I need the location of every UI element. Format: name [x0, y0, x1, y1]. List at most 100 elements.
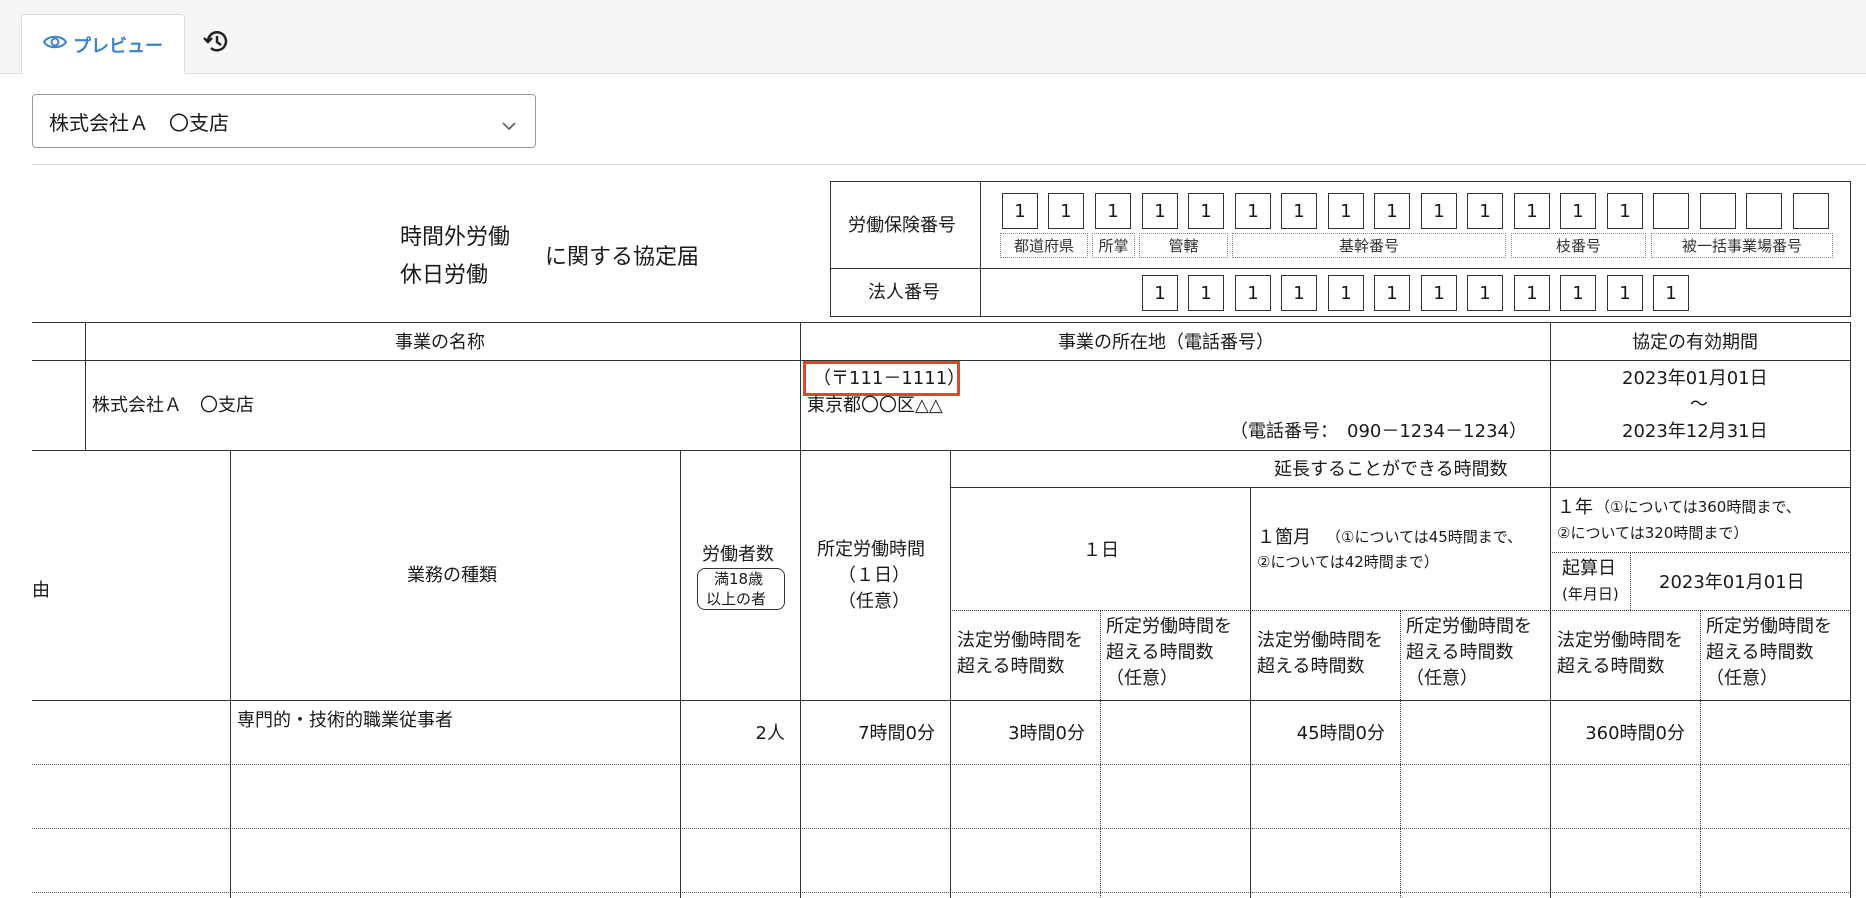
business-location-header: 事業の所在地（電話番号） [1058, 332, 1274, 353]
extendable-header: 延長することができる時間数 [1274, 459, 1508, 480]
month-header: １箇月 [1257, 527, 1311, 548]
row-work-type: 専門的・技術的職業従事者 [237, 710, 453, 731]
base-date: 2023年01月01日 [1659, 572, 1805, 593]
postal-code: （〒111－1111） [813, 368, 966, 389]
year-note-line1: （①については360時間まで、 [1595, 498, 1801, 516]
corporate-digit: 1 [1374, 275, 1410, 311]
validity-tilde: ～ [1690, 394, 1708, 415]
month-note-line1: （①については45時間まで、 [1326, 528, 1523, 546]
corporate-digit: 1 [1653, 275, 1689, 311]
insurance-table-row-divider [830, 268, 1851, 269]
month-legal-over-line1: 法定労働時間を [1257, 630, 1383, 651]
grid-line [950, 487, 1851, 488]
grid-line [1250, 487, 1251, 898]
workers-header: 労働者数 [702, 544, 774, 565]
grid-line [32, 322, 1851, 323]
grid-line [680, 450, 681, 898]
insurance-part-label: 基幹番号 [1232, 233, 1506, 258]
grid-line [1400, 610, 1401, 898]
grid-line [950, 450, 951, 898]
insurance-part-label: 被一括事業場番号 [1651, 233, 1833, 258]
year-prescribed-over-line3: （任意） [1706, 668, 1778, 689]
workers-note-line1: 満18歳 [714, 570, 764, 588]
prescribed-hours-line2: （１日） [838, 565, 910, 586]
workers-note-line2: 以上の者 [706, 590, 767, 608]
form-title-line1: 時間外労働 [400, 225, 511, 250]
day-legal-over-line1: 法定労働時間を [957, 630, 1083, 651]
day-prescribed-over-line3: （任意） [1106, 668, 1178, 689]
insurance-digit: 1 [1560, 193, 1596, 229]
insurance-part-label: 所掌 [1092, 233, 1135, 258]
grid-line [32, 450, 1851, 451]
corporate-digit: 1 [1235, 275, 1271, 311]
insurance-part-label: 都道府県 [1000, 233, 1088, 258]
address: 東京都〇〇区△△ [807, 395, 943, 416]
tab-history[interactable] [198, 25, 234, 61]
grid-line [32, 764, 1851, 765]
grid-line [32, 828, 1851, 829]
insurance-digit: 1 [1142, 193, 1178, 229]
work-type-header: 業務の種類 [407, 565, 497, 586]
month-prescribed-over-line1: 所定労働時間を [1406, 616, 1532, 637]
form-title-line2: 休日労働 [400, 263, 489, 288]
corporate-digit: 1 [1421, 275, 1457, 311]
insurance-digit: 1 [1281, 193, 1317, 229]
corporate-digit: 1 [1467, 275, 1503, 311]
year-note-line2: ②については320時間まで） [1557, 524, 1749, 542]
chevron-down-icon [501, 114, 517, 138]
history-icon [202, 27, 230, 59]
month-note-line2: ②については42時間まで） [1257, 553, 1439, 571]
validity-end: 2023年12月31日 [1622, 421, 1768, 442]
phone: （電話番号： 090－1234－1234） [1230, 421, 1527, 442]
row-month-legal: 45時間0分 [1296, 723, 1385, 744]
company-select[interactable]: 株式会社Ａ 〇支店 [32, 94, 536, 148]
base-date-label-line2: (年月日) [1562, 585, 1619, 603]
insurance-digit [1653, 193, 1689, 229]
grid-line [32, 700, 1851, 701]
insurance-digit: 1 [1048, 193, 1084, 229]
business-name-header: 事業の名称 [395, 332, 485, 353]
insurance-digit: 1 [1095, 193, 1131, 229]
insurance-label: 労働保険番号 [848, 215, 956, 236]
reason-header: 由 [32, 580, 50, 601]
grid-line [1100, 610, 1101, 898]
insurance-digit: 1 [1421, 193, 1457, 229]
corporate-digit: 1 [1514, 275, 1550, 311]
grid-line [1550, 552, 1851, 554]
year-legal-over-line2: 超える時間数 [1557, 656, 1665, 677]
year-header: １年 [1557, 497, 1593, 518]
insurance-digit: 1 [1328, 193, 1364, 229]
insurance-digit: 1 [1467, 193, 1503, 229]
year-prescribed-over-line1: 所定労働時間を [1706, 616, 1832, 637]
insurance-digit [1746, 193, 1782, 229]
insurance-digit: 1 [1514, 193, 1550, 229]
insurance-digit: 1 [1607, 193, 1643, 229]
month-prescribed-over-line2: 超える時間数 [1406, 642, 1514, 663]
grid-line [800, 322, 801, 898]
grid-line [230, 450, 231, 898]
form-title-suffix: に関する協定届 [545, 245, 700, 270]
insurance-part-label: 枝番号 [1511, 233, 1646, 258]
corporate-digit: 1 [1607, 275, 1643, 311]
year-prescribed-over-line2: 超える時間数 [1706, 642, 1814, 663]
grid-line [1550, 322, 1551, 898]
row-workers: 2人 [755, 723, 785, 744]
insurance-digit: 1 [1235, 193, 1271, 229]
base-date-label-line1: 起算日 [1562, 558, 1616, 579]
grid-line [1850, 322, 1851, 898]
corporate-label: 法人番号 [868, 282, 940, 303]
grid-line [32, 892, 1851, 893]
insurance-digit: 1 [1188, 193, 1224, 229]
row-prescribed-hours: 7時間0分 [858, 723, 935, 744]
day-prescribed-over-line1: 所定労働時間を [1106, 616, 1232, 637]
corporate-digit: 1 [1560, 275, 1596, 311]
validity-header: 協定の有効期間 [1632, 332, 1758, 353]
corporate-digit: 1 [1328, 275, 1364, 311]
grid-line [85, 322, 86, 450]
company-select-value: 株式会社Ａ 〇支店 [49, 110, 229, 135]
insurance-digit [1793, 193, 1829, 229]
grid-line [1700, 610, 1701, 898]
tab-preview[interactable]: プレビュー [21, 14, 185, 74]
row-year-legal: 360時間0分 [1585, 723, 1685, 744]
validity-start: 2023年01月01日 [1622, 368, 1768, 389]
